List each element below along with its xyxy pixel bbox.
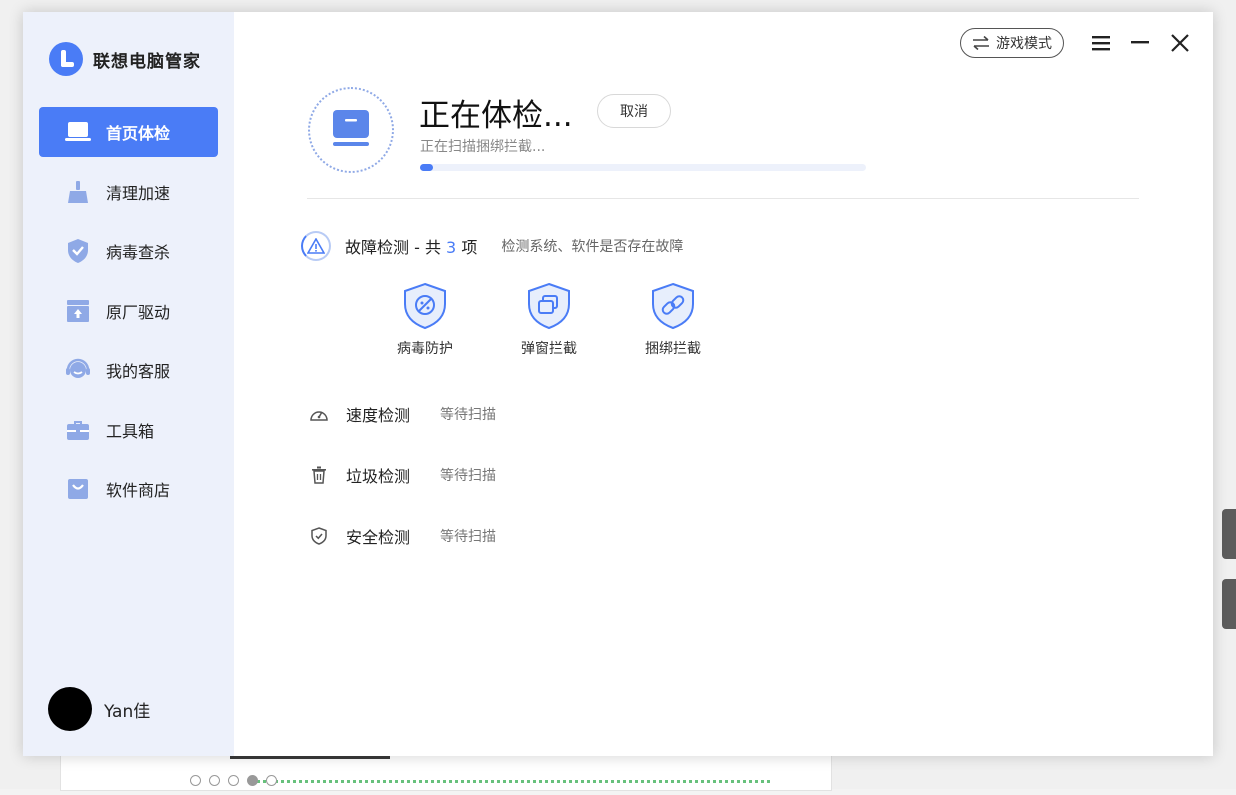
- brand: 联想电脑管家: [49, 42, 201, 76]
- minimize-button[interactable]: [1128, 32, 1152, 54]
- sidebar-item-drivers[interactable]: 原厂驱动: [39, 286, 218, 336]
- sidebar: 联想电脑管家 首页体检 清理加速 病毒查杀 原厂驱动 我的客服 工具箱 软件商店…: [23, 12, 234, 756]
- hamburger-icon: [1092, 36, 1110, 51]
- check-label: 安全检测: [346, 528, 411, 547]
- close-button[interactable]: [1168, 32, 1192, 54]
- check-status: 等待扫描: [440, 407, 496, 423]
- check-status: 等待扫描: [440, 529, 496, 545]
- sidebar-item-label: 清理加速: [106, 183, 171, 203]
- sidebar-item-cleanup[interactable]: 清理加速: [39, 167, 218, 217]
- fault-item-label: 病毒防护: [397, 341, 453, 357]
- check-label: 垃圾检测: [346, 467, 411, 486]
- sidebar-item-label: 工具箱: [106, 421, 155, 441]
- fault-item-virus-protection: 病毒防护: [363, 282, 487, 358]
- sidebar-item-toolbox[interactable]: 工具箱: [39, 405, 218, 455]
- close-icon: [1171, 34, 1189, 52]
- virus-shield-icon: [404, 282, 446, 330]
- sidebar-item-label: 软件商店: [106, 481, 171, 500]
- scan-progress-bar: [420, 164, 866, 171]
- trash-icon: [308, 466, 330, 484]
- avatar[interactable]: [48, 687, 92, 731]
- background-carousel-dots: [190, 775, 277, 786]
- scan-animation-ring: [308, 87, 394, 173]
- fault-count: 3: [446, 238, 457, 257]
- upload-box-icon: [64, 299, 92, 323]
- fault-detection-description: 检测系统、软件是否存在故障: [501, 239, 684, 255]
- check-label: 速度检测: [346, 406, 411, 425]
- shopping-bag-icon: [64, 477, 92, 501]
- sidebar-item-software-store[interactable]: 软件商店: [39, 464, 218, 514]
- carousel-dot: [228, 775, 239, 786]
- fault-detection-title: 故障检测 - 共 3 项: [345, 234, 477, 258]
- fault-item-popup-block: 弹窗拦截: [487, 282, 611, 358]
- sidebar-item-label: 病毒查杀: [106, 243, 171, 262]
- carousel-dot: [209, 775, 220, 786]
- check-row-security: 安全检测 等待扫描: [308, 524, 496, 548]
- sidebar-item-customer-service[interactable]: 我的客服: [39, 345, 218, 395]
- fault-item-label: 弹窗拦截: [521, 341, 577, 357]
- user-profile[interactable]: Yan佳: [48, 687, 150, 731]
- shield-icon: [308, 527, 330, 545]
- toolbox-icon: [64, 418, 92, 442]
- popup-shield-icon: [528, 282, 570, 330]
- scan-progress-fill: [420, 164, 434, 171]
- menu-button[interactable]: [1089, 32, 1113, 54]
- app-window: 联想电脑管家 首页体检 清理加速 病毒查杀 原厂驱动 我的客服 工具箱 软件商店…: [23, 12, 1213, 756]
- check-row-speed: 速度检测 等待扫描: [308, 402, 496, 426]
- fault-title-prefix: 故障检测 - 共: [345, 238, 441, 257]
- game-mode-button[interactable]: 游戏模式: [960, 28, 1064, 58]
- scan-title: 正在体检...: [419, 98, 573, 134]
- game-mode-label: 游戏模式: [996, 36, 1052, 52]
- swap-arrows-icon: [972, 36, 990, 50]
- sidebar-nav: 首页体检 清理加速 病毒查杀 原厂驱动 我的客服 工具箱 软件商店: [39, 107, 218, 524]
- divider: [307, 198, 1139, 199]
- carousel-dot: [266, 775, 277, 786]
- sidebar-item-label: 原厂驱动: [106, 302, 171, 322]
- fault-title-suffix: 项: [461, 238, 478, 257]
- sidebar-item-label: 我的客服: [106, 362, 171, 381]
- fault-item-bundle-block: 捆绑拦截: [611, 282, 735, 358]
- carousel-dot: [247, 775, 258, 786]
- cancel-button[interactable]: 取消: [597, 94, 671, 128]
- check-status: 等待扫描: [440, 468, 496, 484]
- link-shield-icon: [652, 282, 694, 330]
- background-decoration: [250, 780, 770, 795]
- carousel-dot: [190, 775, 201, 786]
- headset-icon: [64, 358, 92, 382]
- broom-icon: [64, 180, 92, 204]
- sidebar-item-virus-scan[interactable]: 病毒查杀: [39, 226, 218, 276]
- laptop-icon: [64, 120, 92, 144]
- sidebar-item-home-checkup[interactable]: 首页体检: [39, 107, 218, 157]
- check-row-junk: 垃圾检测 等待扫描: [308, 463, 496, 487]
- background-side-tab: [1222, 579, 1236, 629]
- brand-logo-icon: [49, 42, 83, 76]
- minimize-icon: [1131, 41, 1149, 44]
- fault-item-label: 捆绑拦截: [645, 341, 701, 357]
- shield-check-icon: [64, 239, 92, 263]
- app-name: 联想电脑管家: [93, 51, 201, 72]
- user-name: Yan佳: [104, 701, 151, 722]
- warning-icon: [301, 231, 331, 261]
- background-side-tab: [1222, 509, 1236, 559]
- sidebar-item-label: 首页体检: [106, 124, 171, 143]
- fault-detection-header: 故障检测 - 共 3 项 检测系统、软件是否存在故障: [301, 231, 683, 261]
- scan-status: 正在扫描捆绑拦截...: [420, 139, 546, 155]
- fault-items: 病毒防护 弹窗拦截 捆绑拦截: [363, 282, 735, 358]
- computer-scan-icon: [333, 110, 369, 146]
- speedometer-icon: [308, 406, 330, 422]
